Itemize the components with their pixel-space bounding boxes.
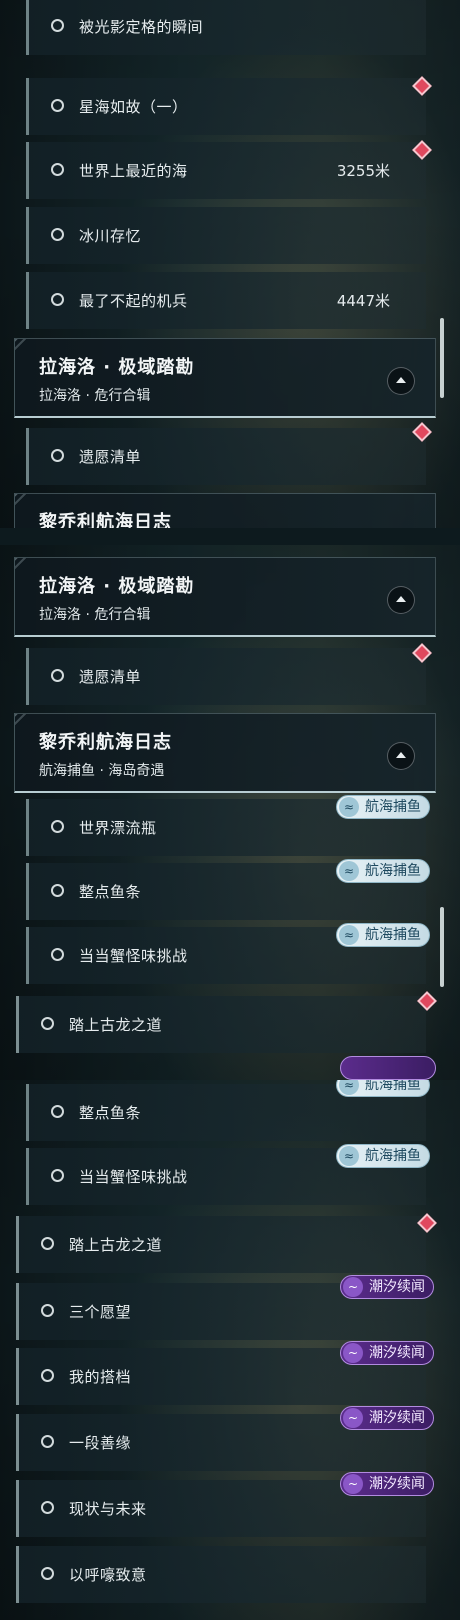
tag-fishing: ≈ 航海捕鱼 [336,1080,430,1097]
tag-label: 航海捕鱼 [365,1080,421,1093]
quest-label: 最了不起的机兵 [79,292,188,310]
quest-label: 遗愿清单 [79,448,142,466]
chevron-up-icon[interactable] [387,367,415,395]
tag-label: 潮汐续闻 [369,1410,425,1426]
quest-list-panel-1: 被光影定格的瞬间 星海如故（一） 世界上最近的海 3255米 冰川存忆 最了不起… [0,0,460,528]
tag-label: 航海捕鱼 [365,1148,421,1164]
quest-distance: 4447米 [336,292,390,310]
quest-label: 世界漂流瓶 [79,819,157,837]
scrollbar[interactable] [440,907,444,987]
fish-icon: ≈ [339,797,359,817]
circle-icon [41,1435,54,1448]
quest-group-header[interactable]: 黎乔利航海日志 航海捕鱼 · 海岛奇遇 [14,713,436,793]
tag-fishing: ≈ 航海捕鱼 [336,795,430,819]
quest-label: 遗愿清单 [79,668,142,686]
quest-distance: 3255米 [336,162,390,180]
wave-icon: ~ [343,1277,363,1297]
quest-label: 当当蟹怪味挑战 [79,1168,188,1186]
circle-icon [51,1169,64,1182]
circle-icon [51,19,64,32]
circle-icon [41,1304,54,1317]
tag-tide: ~ 潮汐续闻 [340,1472,434,1496]
quest-row[interactable]: 最了不起的机兵 4447米 [26,272,426,329]
fish-icon: ≈ [339,925,359,945]
tag-tide: ~ 潮汐续闻 [340,1406,434,1430]
quest-row[interactable]: 遗愿清单 [26,428,426,485]
tag-label: 潮汐续闻 [369,1476,425,1492]
quest-label: 整点鱼条 [79,883,142,901]
quest-label: 以呼嚎致意 [69,1566,147,1584]
tag-fishing: ≈ 航海捕鱼 [336,923,430,947]
tag-tide: ~ 潮汐续闻 [340,1341,434,1365]
quest-row[interactable]: 踏上古龙之道 [16,996,426,1053]
circle-icon [51,163,64,176]
quest-label: 一段善缘 [69,1434,132,1452]
quest-row[interactable]: 以呼嚎致意 [16,1546,426,1603]
quest-row[interactable]: 冰川存忆 [26,207,426,264]
quest-label: 踏上古龙之道 [69,1236,163,1254]
circle-icon [41,1501,54,1514]
tag-label: 航海捕鱼 [365,927,421,943]
quest-row[interactable]: 星海如故（一） [26,78,426,135]
wave-icon: ~ [343,1474,363,1494]
quest-row[interactable]: 遗愿清单 [26,648,426,705]
quest-label: 三个愿望 [69,1303,132,1321]
group-title: 拉海洛 · 极域踏勘 [39,576,195,597]
tag-tide [340,1056,436,1080]
quest-label: 世界上最近的海 [79,162,188,180]
fish-icon: ≈ [339,861,359,881]
group-subtitle: 拉海洛 · 危行合辑 [39,388,151,404]
tag-fishing: ≈ 航海捕鱼 [336,859,430,883]
circle-icon [51,293,64,306]
fish-icon: ≈ [339,1080,359,1095]
group-title: 黎乔利航海日志 [39,512,172,528]
tag-fishing: ≈ 航海捕鱼 [336,1144,430,1168]
quest-row[interactable]: 踏上古龙之道 [16,1216,426,1273]
quest-list-panel-3: ≈ 航海捕鱼 整点鱼条 ≈ 航海捕鱼 当当蟹怪味挑战 踏上古龙之道 ~ 潮汐续闻… [0,1080,460,1620]
group-title: 拉海洛 · 极域踏勘 [39,357,195,378]
quest-row[interactable]: 被光影定格的瞬间 [26,0,426,55]
quest-group-header[interactable]: 拉海洛 · 极域踏勘 拉海洛 · 危行合辑 [14,338,436,418]
group-subtitle: 航海捕鱼 · 海岛奇遇 [39,763,165,779]
circle-icon [51,449,64,462]
quest-label: 现状与未来 [69,1500,147,1518]
tag-label: 航海捕鱼 [365,863,421,879]
circle-icon [51,228,64,241]
circle-icon [51,884,64,897]
group-title: 黎乔利航海日志 [39,732,172,753]
scrollbar[interactable] [440,318,444,398]
quest-label: 整点鱼条 [79,1104,142,1122]
tag-label: 潮汐续闻 [369,1279,425,1295]
circle-icon [51,669,64,682]
wave-icon: ~ [343,1408,363,1428]
quest-group-header[interactable]: 拉海洛 · 极域踏勘 拉海洛 · 危行合辑 [14,557,436,637]
circle-icon [51,99,64,112]
quest-label: 星海如故（一） [79,98,188,116]
tag-label: 航海捕鱼 [365,799,421,815]
group-subtitle: 拉海洛 · 危行合辑 [39,607,151,623]
quest-list-panel-2: 拉海洛 · 极域踏勘 拉海洛 · 危行合辑 遗愿清单 黎乔利航海日志 航海捕鱼 … [0,545,460,1080]
wave-icon: ~ [343,1343,363,1363]
tag-tide: ~ 潮汐续闻 [340,1275,434,1299]
circle-icon [51,948,64,961]
circle-icon [41,1369,54,1382]
circle-icon [51,1105,64,1118]
quest-group-header[interactable]: 黎乔利航海日志 [14,493,436,528]
circle-icon [41,1567,54,1580]
circle-icon [41,1017,54,1030]
quest-row[interactable]: 世界上最近的海 3255米 [26,142,426,199]
chevron-up-icon[interactable] [387,742,415,770]
quest-label: 踏上古龙之道 [69,1016,163,1034]
circle-icon [51,820,64,833]
quest-label: 被光影定格的瞬间 [79,18,204,36]
quest-label: 冰川存忆 [79,227,142,245]
tag-label: 潮汐续闻 [369,1345,425,1361]
circle-icon [41,1237,54,1250]
fish-icon: ≈ [339,1146,359,1166]
quest-label: 当当蟹怪味挑战 [79,947,188,965]
chevron-up-icon[interactable] [387,586,415,614]
quest-label: 我的搭档 [69,1368,132,1386]
